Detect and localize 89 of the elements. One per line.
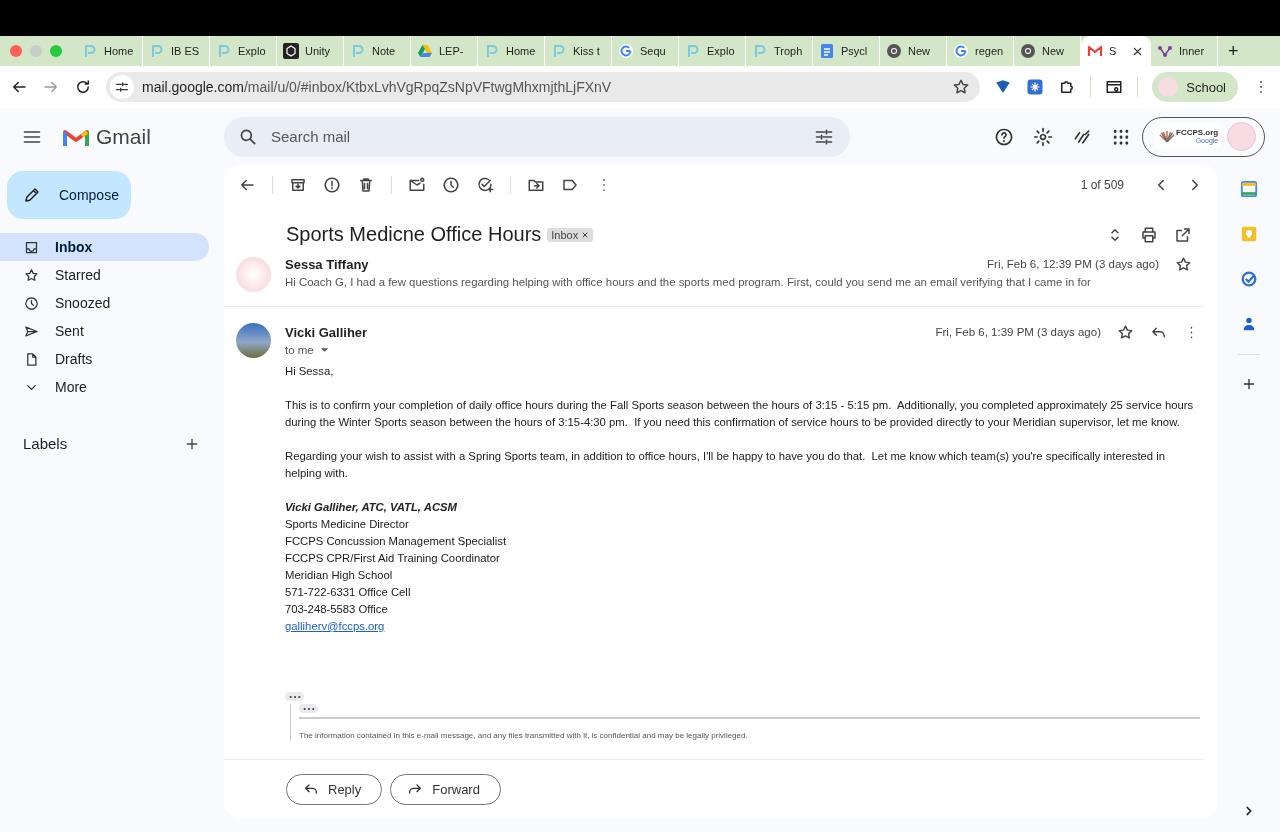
inbox-icon: [24, 239, 39, 255]
sender-name: Vicki Galliher: [285, 324, 368, 340]
nav-item[interactable]: Sent: [0, 317, 209, 345]
star-icon[interactable]: [1175, 255, 1192, 273]
caret-icon: [319, 347, 329, 353]
star-icon[interactable]: [1117, 323, 1134, 341]
archive-icon[interactable]: [289, 176, 307, 194]
mail-logo-icon: [1087, 43, 1103, 59]
avatar-circle: [236, 257, 271, 292]
body-paragraph: Regarding your wish to assist with a Spring Sports team, in addition to office hours, I'll be happy to have you do that. Let me know which team(s) you're specifically interested in helping with.: [285, 449, 1167, 481]
disclaimer-text: The information contained in this e-mail message, and any files transmitted with it, is confidential and may be legally privileged.: [299, 731, 749, 741]
signature-line: Sports Medicine Director: [285, 517, 410, 532]
calendar-icon[interactable]: [1240, 180, 1258, 198]
signature-line: Meridian High School: [285, 568, 394, 583]
add-task-icon[interactable]: [476, 176, 494, 194]
app-logo-icon: [82, 43, 98, 59]
app-logo-icon: [216, 43, 232, 59]
app-logo-icon: [149, 43, 165, 59]
body-paragraph: Hi Sessa,: [285, 364, 335, 379]
nav-item[interactable]: More: [0, 373, 209, 401]
label-chip: Inbox: [547, 227, 594, 242]
app-logo-icon: [350, 43, 366, 59]
reload-icon[interactable]: [74, 78, 92, 96]
triangle-logo-icon: [417, 43, 433, 59]
app-logo-icon: [685, 43, 701, 59]
sliders-icon: [114, 79, 130, 95]
body-paragraph: This is to confirm your completion of daily office hours during the Fall Sports season between the hours of 3:15 - 5:15 pm. Additionally, you completed approximately 25 service hours during the Winter Sports season between the hours of 3:15-4:30 pm. If you need this confirmation of service hours to be provided directly to your Meridian supervisor, let me know.: [285, 398, 1195, 430]
search-field[interactable]: Search mail: [224, 116, 850, 157]
ellipsis-icon: [302, 706, 315, 711]
show-trimmed-content-button[interactable]: [285, 692, 304, 701]
star-icon[interactable]: [952, 78, 971, 96]
envelope-icon[interactable]: [408, 176, 426, 194]
nav-item[interactable]: Snoozed: [0, 289, 209, 317]
browser-logo-icon: [1020, 43, 1036, 59]
browser-logo-icon: [886, 43, 902, 59]
show-trimmed-content-button[interactable]: [299, 704, 318, 713]
new-tab-button[interactable]: +: [1218, 36, 1249, 66]
app-logo-icon: [752, 43, 768, 59]
signature-line: 571-722-6331 Office Cell: [285, 585, 412, 600]
gmail-wordmark: Gmail: [96, 124, 151, 149]
nav-item[interactable]: Drafts: [0, 345, 209, 373]
browser-tab[interactable]: S: [1081, 36, 1151, 66]
nav-item[interactable]: Starred: [0, 261, 209, 289]
photo-placeholder: [236, 323, 271, 358]
compose-button[interactable]: Compose: [7, 171, 131, 219]
url-text: mail.google.com/mail/u/0/#inbox/KtbxLvhVgRpqZsNpVFtwgMhxmjthLjFXnV: [142, 79, 613, 95]
google-logo-icon: [618, 43, 634, 59]
help-icon[interactable]: [994, 126, 1014, 147]
signature-name: Vicki Galliher, ATC, VATL, ACSM: [285, 500, 458, 515]
network-logo-icon: [1157, 43, 1173, 59]
settings-icon[interactable]: [1033, 126, 1053, 147]
app-logo-icon: [551, 43, 567, 59]
print-icon[interactable]: [1140, 225, 1158, 244]
open-in-new-window-icon[interactable]: [1174, 225, 1192, 244]
fan-logo-icon: [1158, 131, 1176, 142]
trash-icon[interactable]: [357, 176, 375, 194]
site-settings-button[interactable]: [110, 75, 134, 99]
nav-item[interactable]: Inbox: [0, 233, 209, 261]
reply-button[interactable]: Reply: [286, 773, 383, 805]
app-logo-icon: [484, 43, 500, 59]
message-date: Fri, Feb 6, 1:39 PM (3 days ago): [935, 326, 1101, 338]
clock-icon: [24, 295, 39, 311]
ellipsis-icon: [288, 694, 301, 699]
labels-heading: Labels: [23, 435, 68, 452]
signature-line: FCCPS Concussion Management Specialist: [285, 534, 508, 549]
tab-search-icon[interactable]: [1105, 78, 1124, 96]
clock-icon[interactable]: [442, 176, 460, 194]
recipient-details-button[interactable]: to me: [285, 344, 329, 356]
profile-button[interactable]: School: [1152, 72, 1238, 102]
star-icon: [24, 267, 39, 283]
message-date: Fri, Feb 6, 12:39 PM (3 days ago): [987, 258, 1159, 270]
address-bar[interactable]: mail.google.com/mail/u/0/#inbox/KtbxLvhVgRpqZsNpVFtwgMhxmjthLjFXnV: [106, 72, 981, 102]
message-snippet: Hi Coach G, I had a few questions regarding helping with office hours and the sports med program. First, could you send me an email verifying that I came in for: [285, 276, 1092, 288]
email-subject: Sports Medicne Office Hours: [286, 223, 542, 246]
cube-logo-icon: [283, 43, 299, 59]
google-logo-icon: [953, 43, 969, 59]
signature-line: 703-248-5583 Office: [285, 602, 389, 617]
message-counter: 1 of 509: [1080, 178, 1124, 192]
pencil-icon: [23, 186, 41, 204]
forward-button[interactable]: Forward: [390, 773, 501, 805]
remove-label-icon[interactable]: [581, 230, 590, 239]
signature-line: FCCPS CPR/First Aid Training Coordinator: [285, 551, 501, 566]
snowflake-extension-icon[interactable]: [1026, 78, 1045, 96]
document-icon: [24, 351, 39, 367]
sender-name: Sessa Tiffany: [285, 256, 369, 272]
email-link[interactable]: galliherv@fccps.org: [285, 618, 385, 635]
task-check-icon[interactable]: [1240, 270, 1258, 288]
plus-icon[interactable]: [1241, 376, 1257, 392]
document-logo-icon: [819, 43, 835, 59]
